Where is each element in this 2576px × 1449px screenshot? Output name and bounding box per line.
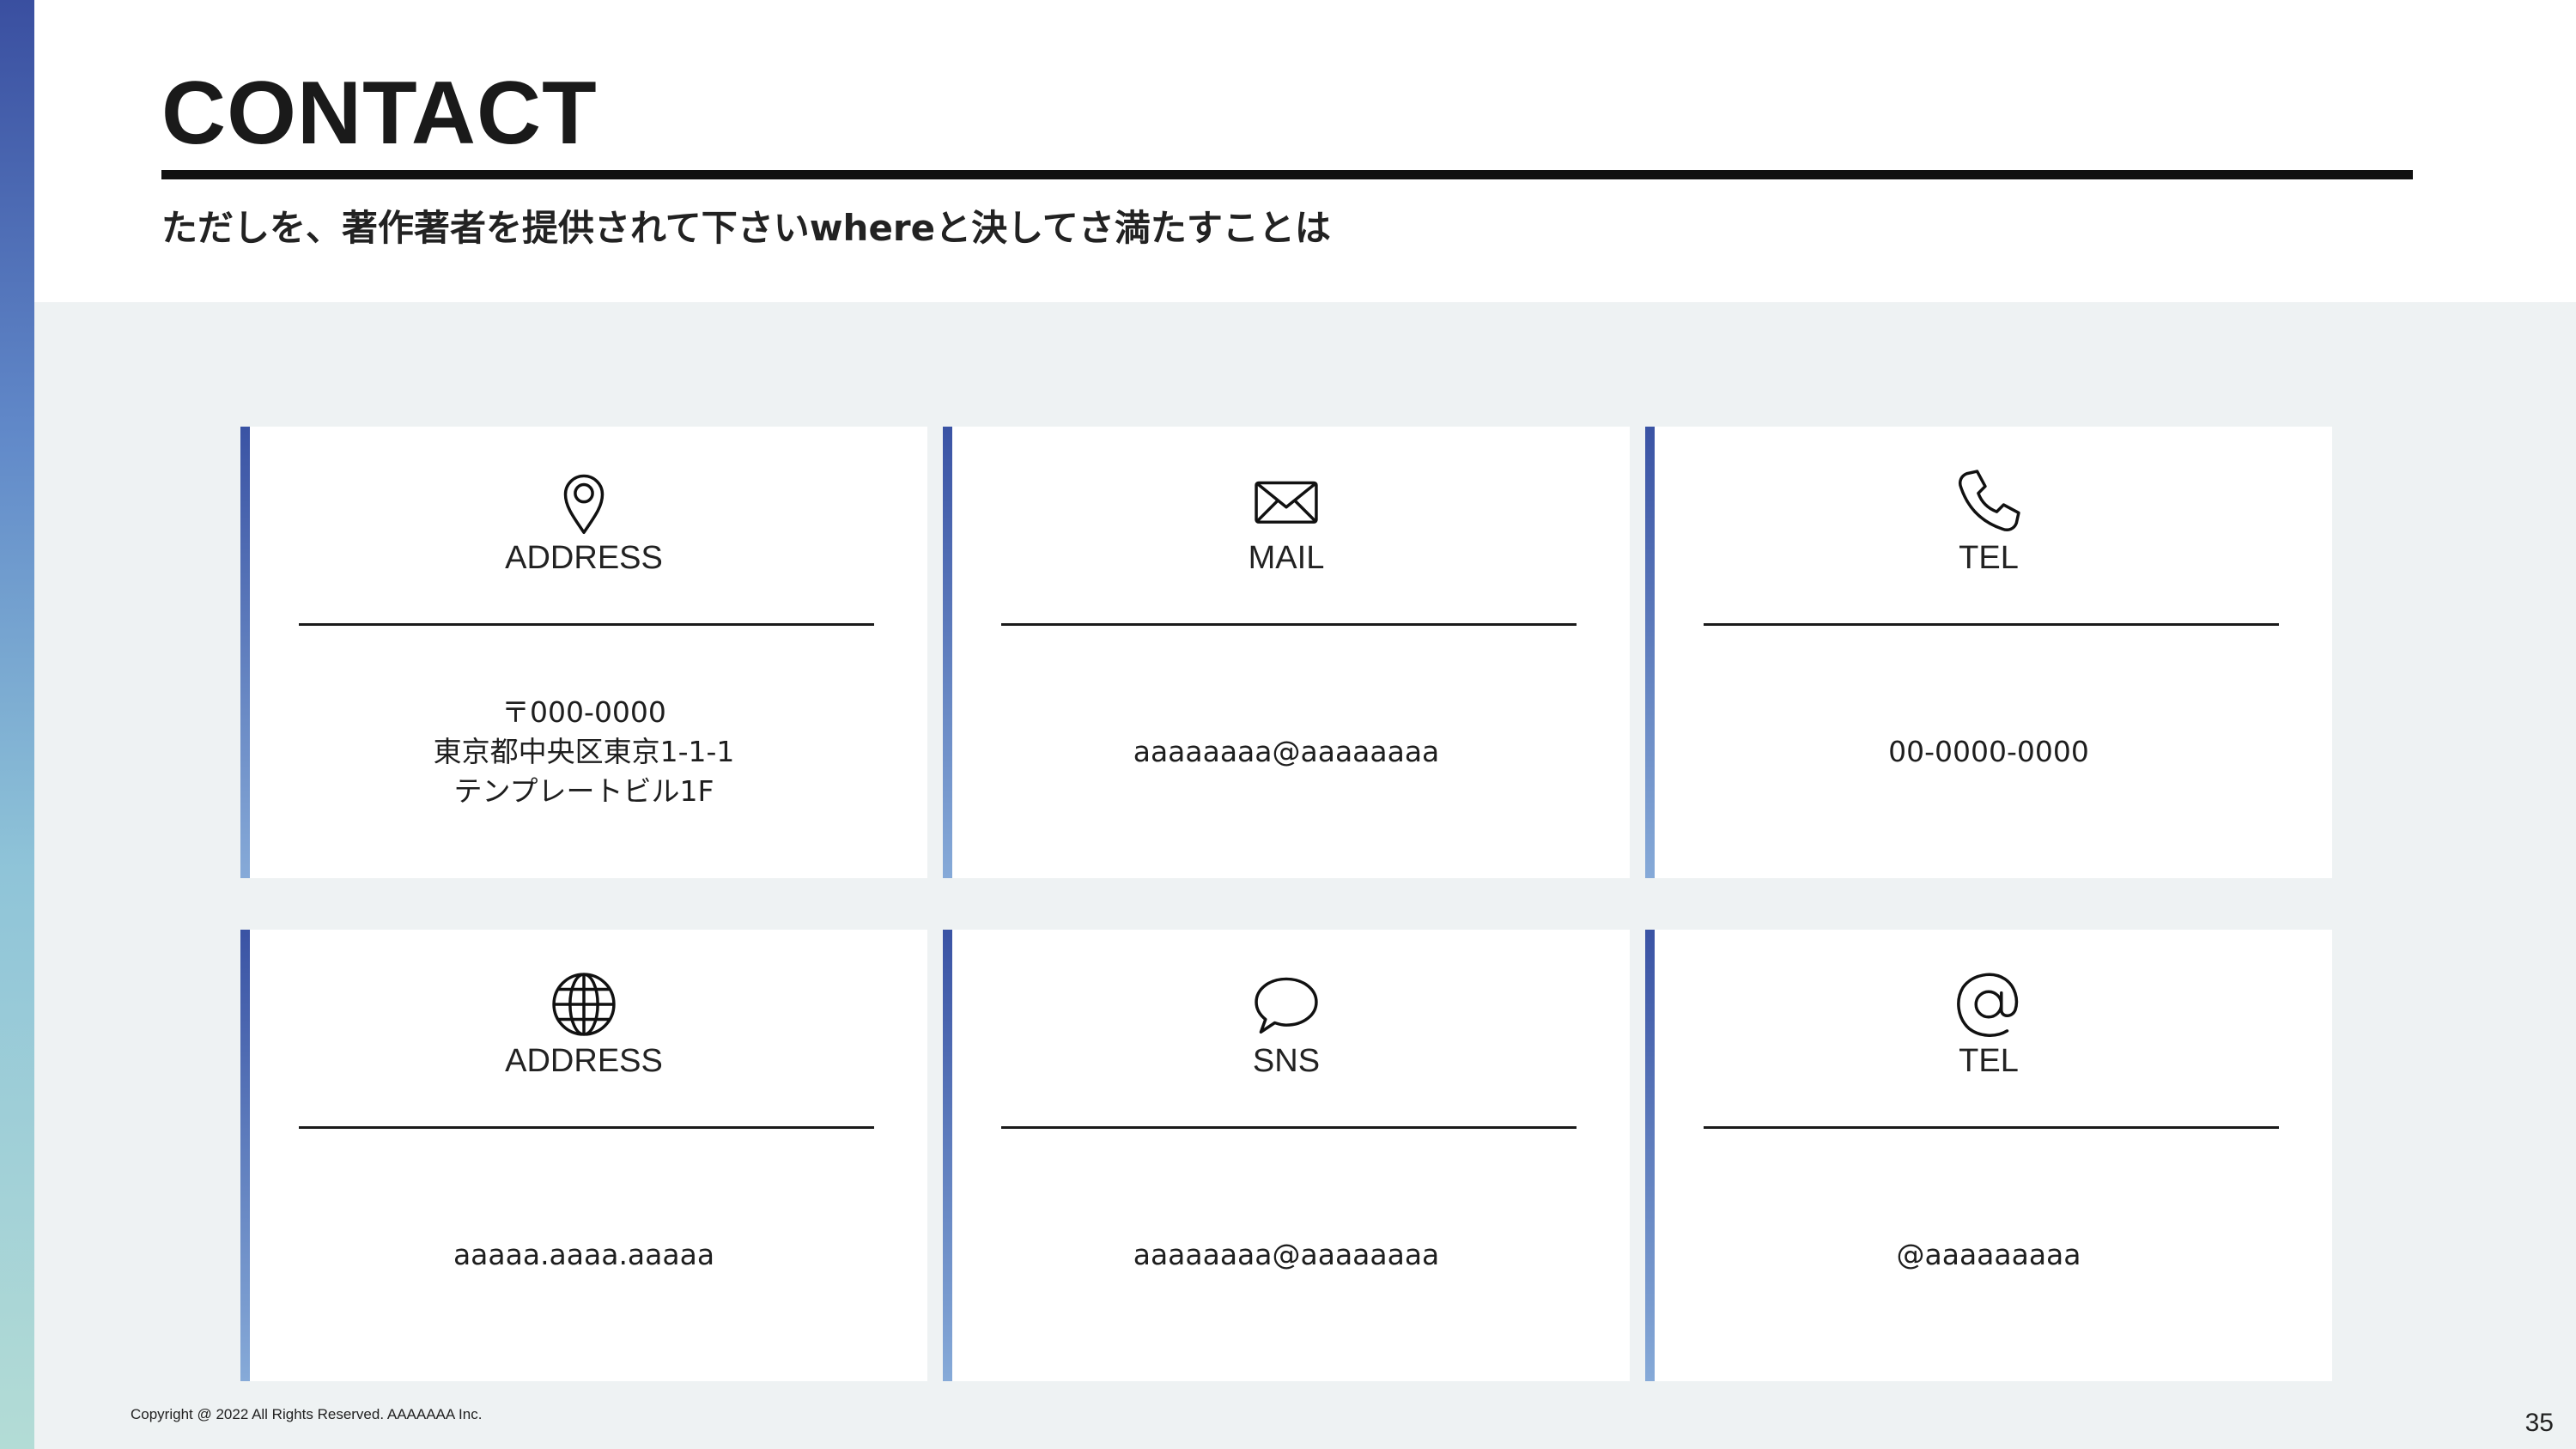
card-label: TEL: [1959, 1043, 2019, 1079]
card-label: SNS: [1252, 1043, 1321, 1079]
contact-card-tel: TEL 00-0000-0000: [1645, 427, 2332, 878]
phone-number: 00-0000-0000: [1888, 735, 2089, 768]
map-pin-icon: [547, 464, 621, 538]
contact-card-mail: MAIL aaaaaaaa@aaaaaaaa: [943, 427, 1630, 878]
card-label: ADDRESS: [505, 540, 663, 576]
address-building: テンプレートビル1F: [453, 774, 714, 808]
contact-card-grid: ADDRESS 〒000-0000 東京都中央区東京1-1-1 テンプレートビル…: [240, 427, 2332, 1381]
page-subtitle: ただしを、著作著者を提供されて下さいwhereと決してさ満たすことは: [161, 207, 1331, 249]
handle: @aaaaaaaaa: [1896, 1238, 2081, 1271]
mail-icon: [1249, 464, 1323, 538]
contact-card-address: ADDRESS 〒000-0000 東京都中央区東京1-1-1 テンプレートビル…: [240, 427, 927, 878]
page-title: CONTACT: [161, 64, 598, 163]
card-value: 〒000-0000 東京都中央区東京1-1-1 テンプレートビル1F: [258, 626, 910, 878]
contact-card-sns: SNS aaaaaaaa@aaaaaaaa: [943, 930, 1630, 1381]
card-accent-bar: [943, 427, 952, 878]
phone-icon: [1952, 464, 2026, 538]
card-accent-bar: [240, 427, 250, 878]
globe-icon: [547, 967, 621, 1041]
at-sign-icon: [1952, 967, 2026, 1041]
title-underline: [161, 170, 2413, 179]
card-label: ADDRESS: [505, 1043, 663, 1079]
contact-card-website: ADDRESS aaaaa.aaaa.aaaaa: [240, 930, 927, 1381]
card-label: MAIL: [1248, 540, 1325, 576]
card-value: aaaaaaaa@aaaaaaaa: [960, 1129, 1613, 1381]
page-number: 35: [2524, 1409, 2554, 1437]
contact-card-handle: TEL @aaaaaaaaa: [1645, 930, 2332, 1381]
side-accent-bar: [0, 0, 34, 1449]
card-accent-bar: [240, 930, 250, 1381]
card-accent-bar: [943, 930, 952, 1381]
card-accent-bar: [1645, 930, 1655, 1381]
card-accent-bar: [1645, 427, 1655, 878]
address-street: 東京都中央区東京1-1-1: [433, 735, 735, 768]
copyright-text: Copyright @ 2022 All Rights Reserved. AA…: [131, 1406, 483, 1422]
mail-address: aaaaaaaa@aaaaaaaa: [1133, 735, 1440, 768]
card-value: aaaaa.aaaa.aaaaa: [258, 1129, 910, 1381]
card-label: TEL: [1959, 540, 2019, 576]
sns-account: aaaaaaaa@aaaaaaaa: [1133, 1238, 1440, 1271]
card-value: aaaaaaaa@aaaaaaaa: [960, 626, 1613, 878]
website-url: aaaaa.aaaa.aaaaa: [453, 1238, 715, 1271]
card-value: 00-0000-0000: [1662, 626, 2315, 878]
address-postal-code: 〒000-0000: [501, 695, 666, 729]
speech-bubble-icon: [1249, 967, 1323, 1041]
card-value: @aaaaaaaaa: [1662, 1129, 2315, 1381]
